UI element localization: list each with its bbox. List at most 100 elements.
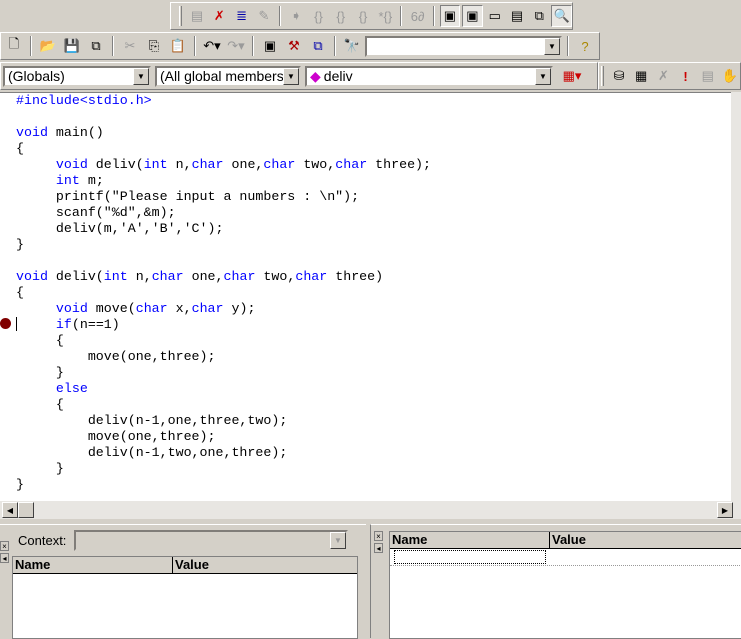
scroll-right-icon[interactable]: ▶ <box>717 502 733 518</box>
code-line[interactable] <box>16 109 431 125</box>
code-line[interactable]: printf("Please input a numbers : \n"); <box>16 189 431 205</box>
chevron-down-icon[interactable]: ▼ <box>283 67 299 85</box>
chevron-down-icon[interactable]: ▼ <box>544 37 560 55</box>
column-header-value[interactable]: Value <box>550 532 741 548</box>
code-line[interactable]: int m; <box>16 173 431 189</box>
find-combo[interactable]: ▼ <box>365 35 562 57</box>
column-header-name[interactable]: Name <box>390 532 550 548</box>
code-line[interactable]: deliv(n-1,one,three,two); <box>16 413 431 429</box>
new-watch-entry[interactable] <box>394 550 546 564</box>
code-line[interactable]: { <box>16 333 431 349</box>
disassembly-icon[interactable]: 🔍 <box>551 5 572 27</box>
code-line[interactable]: { <box>16 285 431 301</box>
breakpoint-hand-icon[interactable]: ✋ <box>720 65 740 87</box>
code-line[interactable]: #include<stdio.h> <box>16 93 431 109</box>
go-icon[interactable]: ▤ <box>698 65 718 87</box>
scroll-thumb[interactable] <box>18 502 34 518</box>
chevron-down-icon[interactable]: ▼ <box>330 532 346 549</box>
cut-icon[interactable]: ✂ <box>119 35 141 57</box>
column-header-name[interactable]: Name <box>13 557 173 573</box>
run-to-cursor-icon[interactable]: *{} <box>375 5 395 27</box>
code-line[interactable]: move(one,three); <box>16 429 431 445</box>
code-line[interactable]: if(n==1) <box>16 317 431 333</box>
code-line[interactable]: else <box>16 381 431 397</box>
code-line[interactable]: } <box>16 365 431 381</box>
watch-list[interactable]: Name Value <box>389 531 741 639</box>
code-line[interactable]: } <box>16 477 431 493</box>
code-token: { <box>16 333 64 348</box>
horizontal-scrollbar[interactable]: ◀ ▶ <box>0 501 741 519</box>
registers-window-icon[interactable]: ▭ <box>485 5 505 27</box>
find-in-files-icon[interactable]: 🔭 <box>341 35 363 57</box>
new-file-icon[interactable]: 🗋 <box>3 35 25 57</box>
code-line[interactable]: { <box>16 141 431 157</box>
memory-window-icon[interactable]: ▤ <box>507 5 527 27</box>
window-list-icon[interactable]: ⧉ <box>307 35 329 57</box>
close-icon[interactable]: × <box>374 531 383 541</box>
code-line[interactable]: void main() <box>16 125 431 141</box>
collapse-icon[interactable]: ◂ <box>0 553 9 563</box>
code-line[interactable]: void move(char x,char y); <box>16 301 431 317</box>
scroll-left-icon[interactable]: ◀ <box>2 502 18 518</box>
column-header-value[interactable]: Value <box>173 557 357 573</box>
collapse-icon[interactable]: ◂ <box>374 543 383 553</box>
redo-icon[interactable]: ↷▾ <box>225 35 247 57</box>
filter-combo[interactable]: (All global members ▼ <box>155 65 301 87</box>
call-stack-icon[interactable]: ⧉ <box>529 5 549 27</box>
compile-icon[interactable]: ⛁ <box>609 65 629 87</box>
apply-code-changes-icon[interactable]: ✎ <box>254 5 274 27</box>
open-folder-icon[interactable]: 📂 <box>37 35 59 57</box>
member-combo[interactable]: ◆ deliv ▼ <box>305 65 553 87</box>
class-combo[interactable]: (Globals) ▼ <box>3 65 151 87</box>
quickwatch-icon[interactable]: 6∂ <box>407 5 427 27</box>
build-icon[interactable]: ▦ <box>631 65 651 87</box>
step-into-icon[interactable]: {} <box>308 5 328 27</box>
remove-breakpoint-icon[interactable]: ✗ <box>209 5 229 27</box>
code-editor[interactable]: #include<stdio.h> void main(){ void deliv… <box>0 92 731 501</box>
wizard-action-icon[interactable]: ▦▾ <box>557 65 587 87</box>
code-token: { <box>16 285 24 300</box>
code-line[interactable]: } <box>16 461 431 477</box>
save-icon[interactable]: 💾 <box>61 35 83 57</box>
show-next-statement-icon[interactable]: ➧ <box>286 5 306 27</box>
code-line[interactable] <box>16 253 431 269</box>
output-icon[interactable]: ⚒ <box>283 35 305 57</box>
watch-window-icon[interactable]: ▣ <box>439 5 461 27</box>
undo-icon[interactable]: ↶▾ <box>201 35 223 57</box>
variables-list[interactable]: Name Value <box>12 556 358 639</box>
build-stop-icon[interactable]: ≣ <box>231 5 251 27</box>
context-combo[interactable]: ▼ <box>74 530 348 551</box>
vertical-scrollbar[interactable] <box>731 92 741 501</box>
step-out-icon[interactable]: {} <box>353 5 373 27</box>
toolbar-grip[interactable] <box>601 66 604 86</box>
variables-pane: × ◂ Context: ▼ Name Value <box>0 524 366 639</box>
code-line[interactable]: deliv(n-1,two,one,three); <box>16 445 431 461</box>
code-line[interactable]: void deliv(int n,char one,char two,char … <box>16 269 431 285</box>
source-code[interactable]: #include<stdio.h> void main(){ void deliv… <box>16 93 431 493</box>
save-all-icon[interactable]: ⧉ <box>85 35 107 57</box>
execute-icon[interactable]: ! <box>675 65 695 87</box>
chevron-down-icon[interactable]: ▼ <box>133 67 149 85</box>
stop-build-icon[interactable]: ✗ <box>653 65 673 87</box>
code-token: one, <box>223 157 264 172</box>
search-help-icon[interactable]: ? <box>574 35 596 57</box>
workspace-icon[interactable]: ▣ <box>259 35 281 57</box>
code-token: two, <box>295 157 336 172</box>
paste-icon[interactable]: 📋 <box>167 35 189 57</box>
variables-window-icon[interactable]: ▣ <box>462 5 483 27</box>
code-line[interactable]: scanf("%d",&m); <box>16 205 431 221</box>
copy-icon[interactable]: ⎘ <box>143 35 165 57</box>
toolbar-grip[interactable] <box>179 6 182 26</box>
code-line[interactable]: move(one,three); <box>16 349 431 365</box>
step-over-icon[interactable]: {} <box>331 5 351 27</box>
chevron-down-icon[interactable]: ▼ <box>535 67 551 85</box>
close-icon[interactable]: × <box>0 541 9 551</box>
code-line[interactable]: void deliv(int n,char one,char two,char … <box>16 157 431 173</box>
go-to-code-icon[interactable]: ▤ <box>187 5 207 27</box>
breakpoint-icon[interactable] <box>0 318 11 329</box>
code-line[interactable]: } <box>16 237 431 253</box>
code-line[interactable]: deliv(m,'A','B','C'); <box>16 221 431 237</box>
code-line[interactable]: { <box>16 397 431 413</box>
